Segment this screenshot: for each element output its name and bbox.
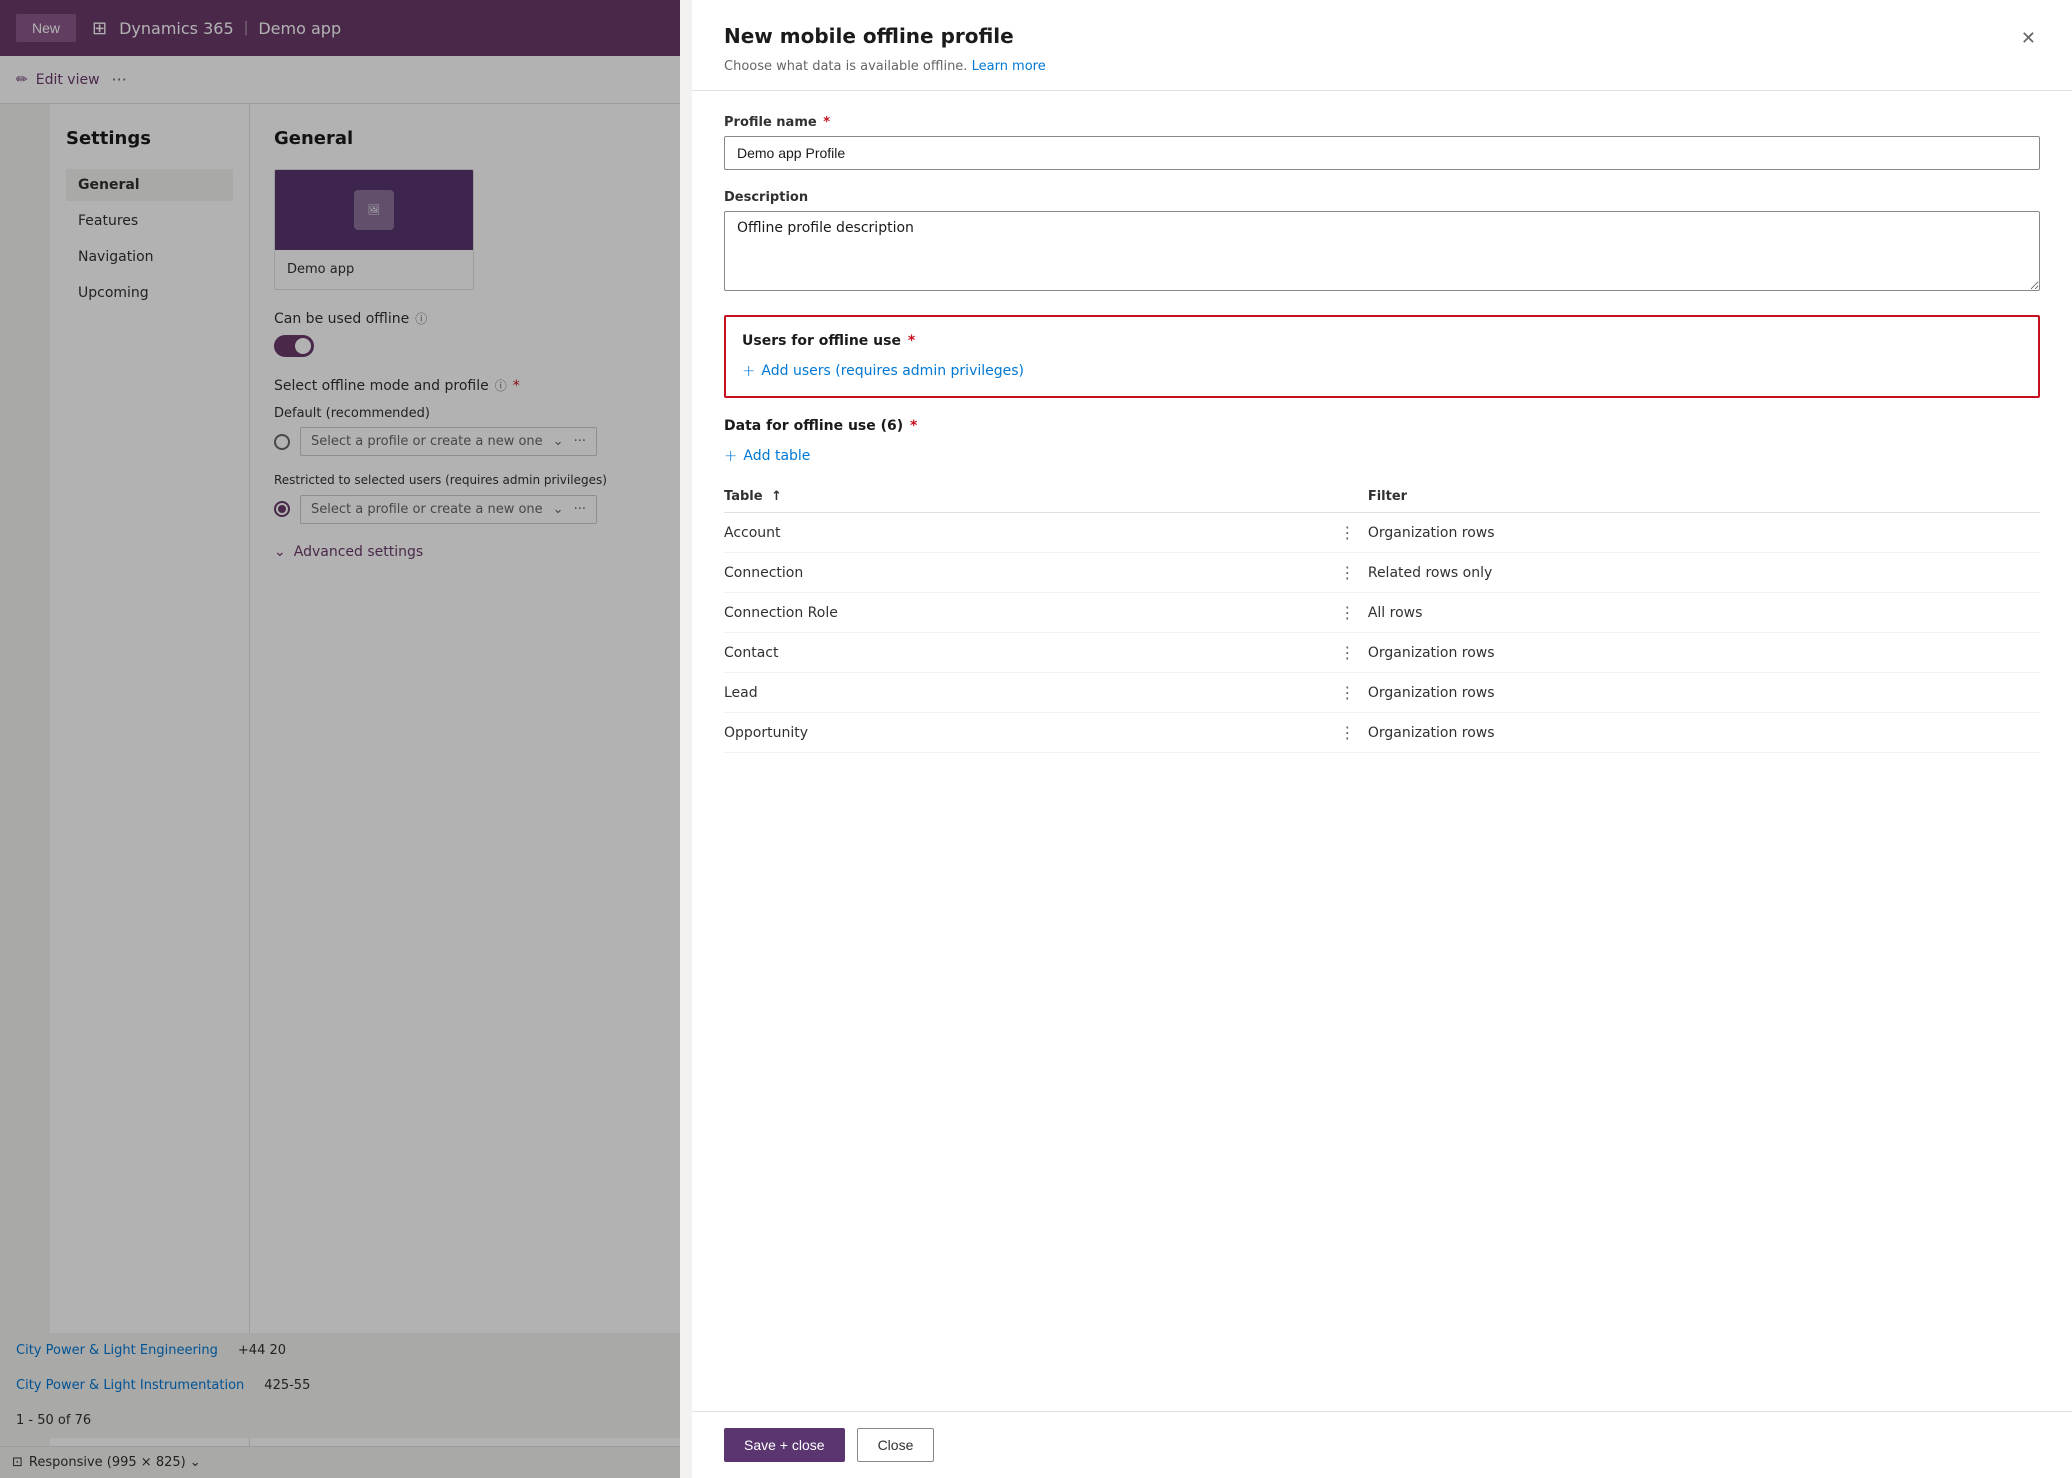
table-cell-filter: Related rows only [1368, 553, 2040, 593]
table-row: Opportunity ⋮ Organization rows [724, 713, 2040, 753]
table-row: Connection ⋮ Related rows only [724, 553, 2040, 593]
table-cell-dots[interactable]: ⋮ [1328, 713, 1368, 753]
description-textarea[interactable] [724, 211, 2040, 291]
row-more-icon[interactable]: ⋮ [1339, 523, 1356, 542]
table-cell-name: Account [724, 513, 1328, 553]
table-row: Connection Role ⋮ All rows [724, 593, 2040, 633]
row-more-icon[interactable]: ⋮ [1339, 563, 1356, 582]
table-cell-filter: Organization rows [1368, 633, 2040, 673]
users-required: * [908, 333, 915, 349]
add-users-icon: + [742, 361, 755, 380]
table-cell-name: Lead [724, 673, 1328, 713]
table-cell-name: Connection Role [724, 593, 1328, 633]
add-table-link[interactable]: + Add table [724, 446, 2040, 465]
table-cell-filter: Organization rows [1368, 713, 2040, 753]
row-more-icon[interactable]: ⋮ [1339, 683, 1356, 702]
panel-title: New mobile offline profile [724, 24, 1014, 48]
table-cell-filter: Organization rows [1368, 673, 2040, 713]
close-panel-button[interactable]: ✕ [2017, 24, 2040, 53]
profile-name-label: Profile name * [724, 115, 2040, 130]
table-cell-name: Contact [724, 633, 1328, 673]
table-cell-filter: Organization rows [1368, 513, 2040, 553]
row-more-icon[interactable]: ⋮ [1339, 603, 1356, 622]
table-cell-dots[interactable]: ⋮ [1328, 593, 1368, 633]
table-header-filter: Filter [1368, 481, 2040, 513]
close-button[interactable]: Close [857, 1428, 935, 1462]
table-header-table: Table ↑ [724, 481, 1328, 513]
table-cell-dots[interactable]: ⋮ [1328, 633, 1368, 673]
data-section: Data for offline use (6) * + Add table T… [724, 418, 2040, 753]
data-required: * [910, 418, 917, 434]
table-cell-name: Connection [724, 553, 1328, 593]
table-cell-dots[interactable]: ⋮ [1328, 673, 1368, 713]
panel-footer: Save + close Close [692, 1411, 2072, 1478]
table-cell-dots[interactable]: ⋮ [1328, 553, 1368, 593]
profile-name-required: * [823, 115, 830, 130]
users-section: Users for offline use * + Add users (req… [724, 315, 2040, 398]
data-section-title: Data for offline use (6) * [724, 418, 2040, 434]
modal-overlay [0, 0, 680, 1478]
profile-name-field-group: Profile name * [724, 115, 2040, 170]
table-cell-dots[interactable]: ⋮ [1328, 513, 1368, 553]
panel-subtitle: Choose what data is available offline. L… [724, 59, 2040, 74]
table-row: Contact ⋮ Organization rows [724, 633, 2040, 673]
add-table-icon: + [724, 446, 737, 465]
profile-name-input[interactable] [724, 136, 2040, 170]
offline-data-table: Table ↑ Filter Account ⋮ Organization ro… [724, 481, 2040, 753]
add-users-link[interactable]: + Add users (requires admin privileges) [742, 361, 2022, 380]
table-cell-filter: All rows [1368, 593, 2040, 633]
table-cell-name: Opportunity [724, 713, 1328, 753]
description-field-group: Description [724, 190, 2040, 295]
table-row: Lead ⋮ Organization rows [724, 673, 2040, 713]
row-more-icon[interactable]: ⋮ [1339, 643, 1356, 662]
right-panel: New mobile offline profile ✕ Choose what… [692, 0, 2072, 1478]
save-close-button[interactable]: Save + close [724, 1428, 845, 1462]
learn-more-link[interactable]: Learn more [972, 59, 1046, 74]
panel-header: New mobile offline profile ✕ Choose what… [692, 0, 2072, 91]
description-label: Description [724, 190, 2040, 205]
sort-arrow[interactable]: ↑ [771, 489, 782, 504]
panel-body: Profile name * Description Users for off… [692, 91, 2072, 1411]
users-section-title: Users for offline use * [742, 333, 2022, 349]
table-row: Account ⋮ Organization rows [724, 513, 2040, 553]
row-more-icon[interactable]: ⋮ [1339, 723, 1356, 742]
table-header-actions [1328, 481, 1368, 513]
